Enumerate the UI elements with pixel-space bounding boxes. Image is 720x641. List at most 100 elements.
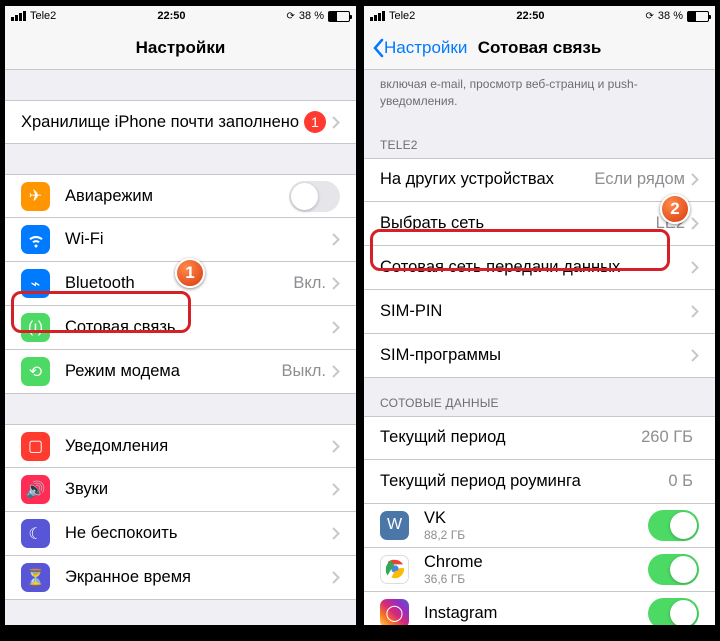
other-devices-value: Если рядом [594, 170, 685, 189]
sim-apps-label: SIM-программы [380, 346, 691, 365]
cellular-list[interactable]: включая e-mail, просмотр веб-страниц и p… [364, 70, 715, 625]
dnd-icon: ☾ [21, 519, 50, 548]
status-bar: Tele2 22:50 ⟳ 38 % [5, 6, 356, 26]
row-data-network[interactable]: Сотовая сеть передачи данных [364, 246, 715, 290]
instagram-label: Instagram [424, 604, 648, 623]
phone-settings: Tele2 22:50 ⟳ 38 % Настройки Хранилище i… [4, 5, 357, 626]
screentime-icon: ⏳ [21, 563, 50, 592]
data-network-label: Сотовая сеть передачи данных [380, 258, 691, 277]
section-tele2: TELE2 [364, 120, 715, 158]
chevron-right-icon [691, 305, 699, 318]
hotspot-icon: ⟲ [21, 357, 50, 386]
bluetooth-value: Вкл. [293, 274, 326, 293]
navbar: Настройки [5, 26, 356, 70]
row-sim-pin[interactable]: SIM-PIN [364, 290, 715, 334]
dnd-label: Не беспокоить [65, 524, 332, 543]
chevron-right-icon [332, 571, 340, 584]
vk-label: VK [424, 509, 648, 528]
back-button[interactable]: Настройки [372, 38, 467, 58]
chevron-right-icon [332, 483, 340, 496]
row-app-instagram[interactable]: ◯ Instagram [364, 592, 715, 625]
bluetooth-icon: ⌁ [21, 269, 50, 298]
carrier-label: Tele2 [389, 10, 415, 22]
instagram-switch[interactable] [648, 598, 699, 625]
chevron-right-icon [332, 233, 340, 246]
hotspot-value: Выкл. [282, 362, 326, 381]
chevron-right-icon [691, 349, 699, 362]
current-period-label: Текущий период [380, 428, 641, 447]
page-title: Настройки [136, 38, 226, 58]
vk-icon: W [380, 511, 409, 540]
choose-network-label: Выбрать сеть [380, 214, 656, 233]
airplane-switch[interactable] [289, 181, 340, 212]
carrier-label: Tele2 [30, 10, 56, 22]
row-screentime[interactable]: ⏳ Экранное время [5, 556, 356, 600]
rotation-lock-icon: ⟳ [646, 11, 654, 22]
sounds-label: Звуки [65, 480, 332, 499]
chevron-right-icon [332, 440, 340, 453]
airplane-label: Авиарежим [65, 187, 289, 206]
row-wifi[interactable]: Wi-Fi [5, 218, 356, 262]
instagram-icon: ◯ [380, 599, 409, 625]
chevron-right-icon [691, 261, 699, 274]
row-roaming-period[interactable]: Текущий период роуминга 0 Б [364, 460, 715, 504]
phone-cellular: Tele2 22:50 ⟳ 38 % Настройки Сотовая свя… [363, 5, 716, 626]
row-cellular[interactable]: (ı) Сотовая связь [5, 306, 356, 350]
clock-label: 22:50 [157, 10, 185, 22]
back-label: Настройки [384, 38, 467, 58]
sounds-icon: 🔊 [21, 475, 50, 504]
row-storage-warning[interactable]: Хранилище iPhone почти заполнено 1 [5, 100, 356, 144]
wifi-label: Wi-Fi [65, 230, 326, 249]
vk-switch[interactable] [648, 510, 699, 541]
note-text: включая e-mail, просмотр веб-страниц и p… [364, 70, 715, 120]
chrome-switch[interactable] [648, 554, 699, 585]
cellular-label: Сотовая связь [65, 318, 332, 337]
storage-badge: 1 [304, 111, 326, 133]
roaming-label: Текущий период роуминга [380, 472, 668, 491]
navbar: Настройки Сотовая связь [364, 26, 715, 70]
battery-icon [687, 11, 709, 22]
row-sounds[interactable]: 🔊 Звуки [5, 468, 356, 512]
wifi-icon [21, 225, 50, 254]
notifications-icon: ▢ [21, 432, 50, 461]
section-data: СОТОВЫЕ ДАННЫЕ [364, 378, 715, 416]
settings-list[interactable]: Хранилище iPhone почти заполнено 1 ✈ Ави… [5, 70, 356, 625]
page-title: Сотовая связь [478, 38, 602, 58]
row-sim-apps[interactable]: SIM-программы [364, 334, 715, 378]
other-devices-label: На других устройствах [380, 170, 594, 189]
chrome-sub: 36,6 ГБ [424, 572, 648, 586]
marker-2: 2 [660, 194, 690, 224]
battery-label: 38 % [299, 10, 324, 22]
chevron-right-icon [332, 116, 340, 129]
storage-label: Хранилище iPhone почти заполнено [21, 113, 304, 132]
battery-label: 38 % [658, 10, 683, 22]
roaming-value: 0 Б [668, 472, 693, 491]
sim-pin-label: SIM-PIN [380, 302, 691, 321]
row-hotspot[interactable]: ⟲ Режим модема Выкл. [5, 350, 356, 394]
clock-label: 22:50 [516, 10, 544, 22]
row-other-devices[interactable]: На других устройствах Если рядом [364, 158, 715, 202]
row-dnd[interactable]: ☾ Не беспокоить [5, 512, 356, 556]
row-app-chrome[interactable]: Chrome 36,6 ГБ [364, 548, 715, 592]
row-current-period[interactable]: Текущий период 260 ГБ [364, 416, 715, 460]
chrome-label: Chrome [424, 553, 648, 572]
chevron-right-icon [691, 217, 699, 230]
notifications-label: Уведомления [65, 437, 332, 456]
chevron-right-icon [332, 527, 340, 540]
signal-icon [370, 11, 385, 21]
row-airplane[interactable]: ✈ Авиарежим [5, 174, 356, 218]
chrome-icon [380, 555, 409, 584]
chevron-right-icon [332, 321, 340, 334]
screentime-label: Экранное время [65, 568, 332, 587]
chevron-right-icon [332, 277, 340, 290]
battery-icon [328, 11, 350, 22]
hotspot-label: Режим модема [65, 362, 282, 381]
vk-sub: 88,2 ГБ [424, 528, 648, 542]
row-app-vk[interactable]: W VK 88,2 ГБ [364, 504, 715, 548]
signal-icon [11, 11, 26, 21]
row-notifications[interactable]: ▢ Уведомления [5, 424, 356, 468]
airplane-icon: ✈ [21, 182, 50, 211]
chevron-right-icon [691, 173, 699, 186]
status-bar: Tele2 22:50 ⟳ 38 % [364, 6, 715, 26]
current-period-value: 260 ГБ [641, 428, 693, 447]
